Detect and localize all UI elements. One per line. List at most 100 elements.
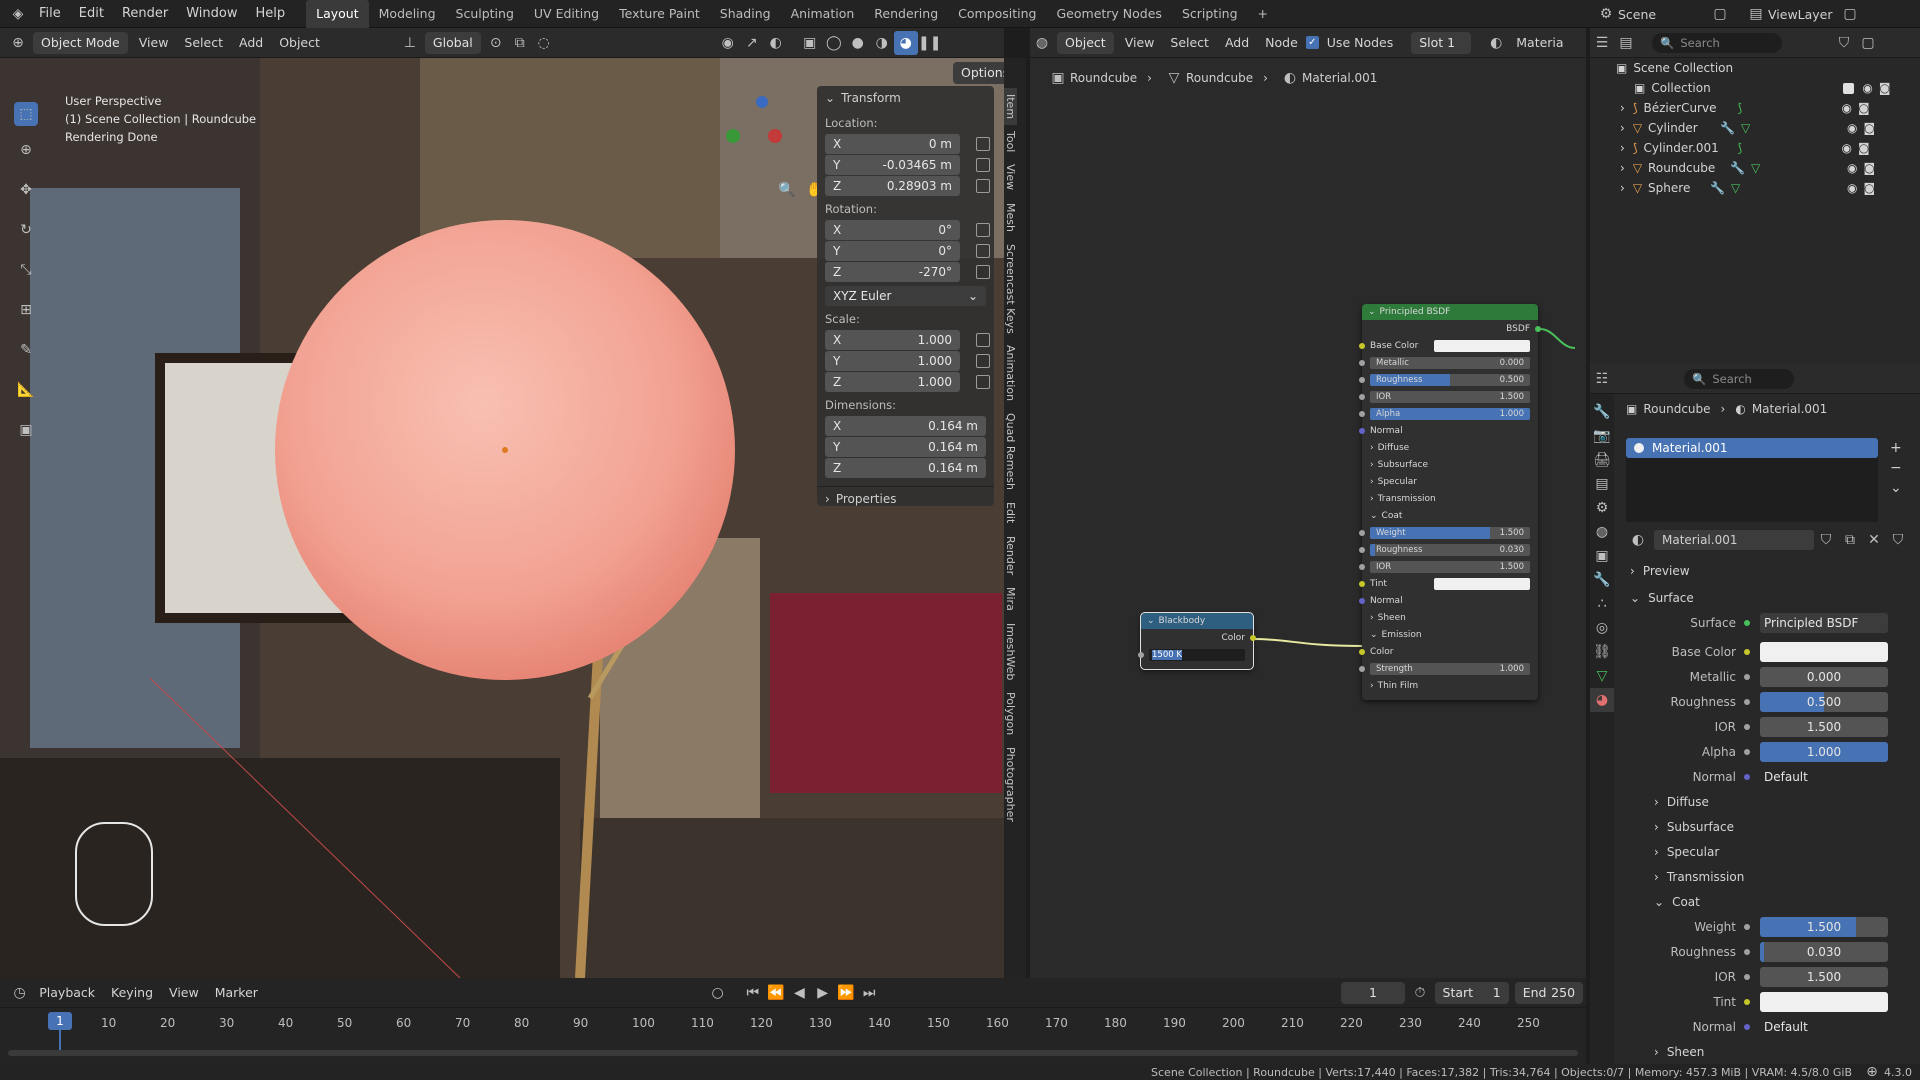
- orientation-icon[interactable]: ⊥: [398, 31, 422, 55]
- timeline-menu-view[interactable]: View: [161, 982, 207, 1004]
- normal-field[interactable]: Default: [1760, 767, 1888, 787]
- play-reverse-icon[interactable]: ◀: [788, 981, 811, 1005]
- tab-scripting[interactable]: Scripting: [1172, 0, 1248, 28]
- shader-node-editor[interactable]: ▣ Roundcube › ▽ Roundcube › ◐ Material.0…: [1030, 58, 1586, 978]
- coat-roughness-field[interactable]: 0.030: [1760, 941, 1888, 962]
- outliner-item-beziercurve[interactable]: › ⟆ BézierCurve ⟆ ◉ ◙: [1590, 98, 1920, 118]
- base-color-swatch[interactable]: [1760, 641, 1888, 662]
- normal-row[interactable]: Normal: [1359, 422, 1538, 439]
- properties-header[interactable]: › Properties: [817, 486, 994, 510]
- emission-color-row[interactable]: Color: [1359, 643, 1538, 660]
- camera-icon[interactable]: ◙: [1863, 181, 1875, 195]
- tab-shading[interactable]: Shading: [710, 0, 781, 28]
- tab-screencast-keys[interactable]: Screencast Keys: [1004, 238, 1017, 340]
- overlay-icon[interactable]: ◐: [764, 31, 788, 55]
- camera-icon[interactable]: ◙: [1863, 161, 1875, 175]
- mode-dropdown[interactable]: Object Mode: [33, 31, 128, 54]
- coat-ior-row[interactable]: IOR 1.500: [1359, 558, 1538, 575]
- cursor-tool-icon[interactable]: ⊕: [14, 138, 38, 162]
- rotate-tool-icon[interactable]: ↻: [14, 218, 38, 242]
- tab-animation[interactable]: Animation: [781, 0, 865, 28]
- roughness-field[interactable]: 0.500: [1760, 691, 1888, 712]
- use-nodes-checkbox[interactable]: ✓: [1305, 36, 1319, 49]
- node-menu-node[interactable]: Node: [1257, 32, 1306, 54]
- menu-edit[interactable]: Edit: [70, 0, 113, 28]
- tab-sculpting[interactable]: Sculpting: [446, 0, 524, 28]
- scale-y-field[interactable]: Y 1.000: [825, 351, 960, 371]
- node-filter-icon[interactable]: ⛉: [1886, 528, 1910, 552]
- viewlayer-icon[interactable]: ▤: [1744, 2, 1768, 26]
- timeline-menu-keying[interactable]: Keying: [103, 982, 161, 1004]
- material-slot-item[interactable]: Material.001: [1626, 438, 1878, 458]
- tab-texture-paint[interactable]: Texture Paint: [609, 0, 710, 28]
- lock-icon[interactable]: [976, 265, 990, 279]
- end-frame-field[interactable]: End 250: [1514, 981, 1584, 1004]
- material-name-truncated[interactable]: Materia: [1508, 32, 1571, 54]
- metallic-field[interactable]: 0.000: [1760, 666, 1888, 687]
- slot-dropdown[interactable]: Slot 1: [1411, 31, 1472, 54]
- outliner-editor-icon[interactable]: ☰: [1590, 31, 1614, 55]
- rotation-mode-dropdown[interactable]: XYZ Euler ⌄: [825, 286, 986, 306]
- object-tab-icon[interactable]: ▣: [1590, 544, 1614, 568]
- eye-icon[interactable]: ◉: [1842, 101, 1852, 115]
- eye-icon[interactable]: ◉: [1862, 81, 1872, 95]
- tab-quad-remesh[interactable]: Quad Remesh: [1004, 407, 1017, 496]
- eye-icon[interactable]: ◉: [1847, 181, 1857, 195]
- blackbody-node[interactable]: ⌄ Blackbody Color 1500 K: [1138, 612, 1256, 670]
- rotation-z-field[interactable]: Z -270°: [825, 262, 960, 282]
- lock-icon[interactable]: [976, 354, 990, 368]
- options-dropdown[interactable]: Options: [953, 62, 1004, 84]
- tab-layout[interactable]: Layout: [306, 0, 369, 28]
- view-layer-tab-icon[interactable]: ▤: [1590, 472, 1614, 496]
- visibility-icon[interactable]: ◉: [716, 31, 740, 55]
- transmission-section[interactable]: › Transmission: [1362, 490, 1538, 507]
- outliner-item-cylinder[interactable]: › ▽ Cylinder 🔧 ▽ ◉ ◙: [1590, 118, 1920, 138]
- tab-compositing[interactable]: Compositing: [948, 0, 1046, 28]
- remove-slot-icon[interactable]: −: [1890, 458, 1902, 478]
- transform-header[interactable]: ⌄ Transform: [817, 86, 994, 110]
- scale-tool-icon[interactable]: ⤡: [14, 258, 38, 282]
- dimensions-x-field[interactable]: X 0.164 m: [825, 416, 986, 436]
- tool-tab-icon[interactable]: 🔧: [1590, 400, 1614, 424]
- xray-icon[interactable]: ▣: [798, 31, 822, 55]
- menu-window[interactable]: Window: [177, 0, 246, 28]
- current-frame-field[interactable]: 1: [1340, 981, 1406, 1004]
- new-collection-icon[interactable]: ▢: [1856, 31, 1880, 55]
- viewport-menu-view[interactable]: View: [131, 32, 177, 54]
- snap-icon[interactable]: ⧉: [508, 31, 532, 55]
- browse-material-icon[interactable]: ◐: [1626, 528, 1650, 552]
- tab-mesh[interactable]: Mesh: [1004, 197, 1017, 238]
- next-key-icon[interactable]: ⏩: [834, 981, 857, 1005]
- physics-tab-icon[interactable]: ◎: [1590, 616, 1614, 640]
- auto-key-icon[interactable]: ○: [706, 981, 729, 1005]
- duplicate-icon[interactable]: ⧉: [1838, 528, 1862, 552]
- coat-roughness-row[interactable]: Roughness 0.030: [1359, 541, 1538, 558]
- preview-section[interactable]: › Preview: [1614, 558, 1920, 583]
- coat-normal-row[interactable]: Normal: [1359, 592, 1538, 609]
- timeline-menu-marker[interactable]: Marker: [207, 982, 266, 1004]
- emission-section[interactable]: ⌄ Emission: [1362, 626, 1538, 643]
- lock-icon[interactable]: [976, 375, 990, 389]
- add-slot-icon[interactable]: +: [1890, 438, 1902, 458]
- playhead[interactable]: 1: [48, 1012, 72, 1030]
- outliner-item-sphere[interactable]: › ▽ Sphere 🔧 ▽ ◉ ◙: [1590, 178, 1920, 198]
- coat-section[interactable]: ⌄ Coat: [1362, 507, 1538, 524]
- 3d-viewport[interactable]: User Perspective (1) Scene Collection | …: [0, 58, 1004, 978]
- coat-tint-swatch[interactable]: [1760, 991, 1888, 1012]
- properties-editor-icon[interactable]: ☷: [1590, 367, 1614, 391]
- shader-editor-icon[interactable]: ◍: [1030, 31, 1054, 55]
- jump-start-icon[interactable]: ⏮: [741, 981, 764, 1005]
- scene-collection-row[interactable]: ▣ Scene Collection: [1590, 58, 1920, 78]
- outliner-item-cylinder001[interactable]: › ⟆ Cylinder.001 ⟆ ◉ ◙: [1590, 138, 1920, 158]
- outliner-search[interactable]: 🔍 Search: [1652, 32, 1782, 53]
- view-layer-name[interactable]: ViewLayer: [1768, 7, 1838, 22]
- output-tab-icon[interactable]: 🖨: [1590, 448, 1614, 472]
- base-color-row[interactable]: Base Color: [1359, 337, 1538, 354]
- data-tab-icon[interactable]: ▽: [1590, 664, 1614, 688]
- ior-field[interactable]: 1.500: [1760, 716, 1888, 737]
- slot-menu-icon[interactable]: ⌄: [1890, 478, 1902, 498]
- pivot-icon[interactable]: ⊙: [484, 31, 508, 55]
- move-tool-icon[interactable]: ✥: [14, 178, 38, 202]
- new-scene-icon[interactable]: ▢: [1708, 2, 1732, 26]
- emission-strength-row[interactable]: Strength 1.000: [1359, 660, 1538, 677]
